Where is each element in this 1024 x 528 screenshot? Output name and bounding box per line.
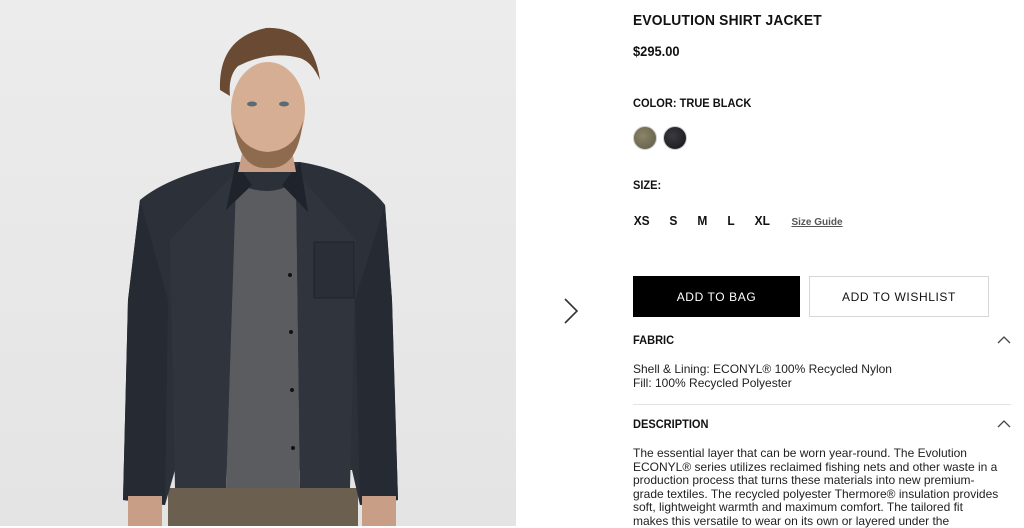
chevron-up-icon (997, 420, 1011, 428)
size-option-m[interactable]: M (697, 213, 707, 228)
fabric-heading: FABRIC (633, 333, 674, 347)
product-image[interactable] (0, 0, 516, 526)
fabric-details: Shell & Lining: ECONYL® 100% Recycled Ny… (633, 362, 892, 390)
add-to-bag-button[interactable]: ADD TO BAG (633, 276, 800, 317)
description-text: The essential layer that can be worn yea… (633, 447, 1011, 528)
size-label: SIZE: (633, 178, 661, 192)
section-divider (633, 404, 1011, 405)
description-line: ECONYL® series utilizes reclaimed fishin… (633, 461, 1011, 475)
description-line: The essential layer that can be worn yea… (633, 447, 1011, 461)
description-line: soft, lightweight warmth and maximum com… (633, 501, 1011, 515)
size-option-s[interactable]: S (670, 213, 678, 228)
color-swatches (633, 126, 687, 150)
swatch-true-black[interactable] (663, 126, 687, 150)
size-option-xs[interactable]: XS (634, 213, 650, 228)
size-option-xl[interactable]: XL (754, 213, 769, 228)
color-label: COLOR: TRUE BLACK (633, 96, 751, 110)
size-selector: XS S M L XL Size Guide (633, 213, 843, 228)
add-to-wishlist-button[interactable]: ADD TO WISHLIST (809, 276, 989, 317)
fabric-line: Shell & Lining: ECONYL® 100% Recycled Ny… (633, 362, 892, 376)
product-title: EVOLUTION SHIRT JACKET (633, 12, 822, 29)
product-price: $295.00 (633, 43, 680, 59)
chevron-up-icon (997, 336, 1011, 344)
description-line: grade textiles. The recycled polyester T… (633, 488, 1011, 502)
description-accordion-header[interactable]: DESCRIPTION (633, 417, 1011, 431)
swatch-olive[interactable] (633, 126, 657, 150)
fabric-accordion-header[interactable]: FABRIC (633, 333, 1011, 347)
size-guide-link[interactable]: Size Guide (791, 217, 842, 228)
fabric-line: Fill: 100% Recycled Polyester (633, 376, 892, 390)
size-option-l[interactable]: L (727, 213, 734, 228)
chevron-right-icon[interactable] (556, 295, 586, 327)
model-photo (0, 0, 516, 526)
description-line: production process that turns these mate… (633, 474, 1011, 488)
description-heading: DESCRIPTION (633, 417, 708, 431)
